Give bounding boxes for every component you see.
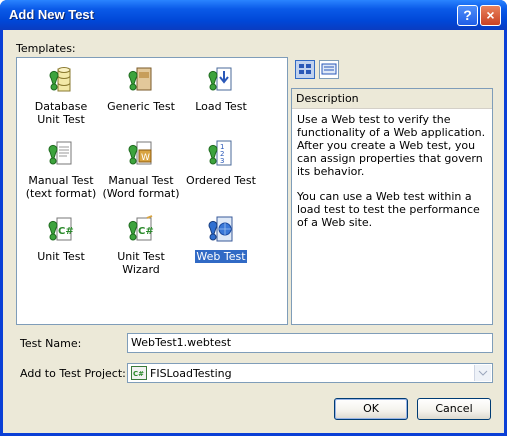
template-database-unit-test[interactable]: Database Unit Test: [21, 64, 101, 126]
test-name-input[interactable]: WebTest1.webtest: [127, 333, 493, 353]
template-label: Unit Test Wizard: [117, 250, 165, 276]
template-label: Web Test: [195, 250, 247, 263]
template-label: Load Test: [195, 100, 247, 113]
description-paragraph: You can use a Web test within a load tes…: [297, 190, 480, 229]
template-label: Ordered Test: [186, 174, 256, 187]
description-paragraph: Use a Web test to verify the functionali…: [297, 113, 486, 178]
add-new-test-dialog: Add New Test ? × Templates: Database Uni…: [0, 0, 507, 436]
template-unit-test[interactable]: C# Unit Test: [21, 214, 101, 263]
templates-label: Templates:: [16, 42, 76, 55]
test-project-value: FISLoadTesting: [150, 367, 232, 380]
template-label: Unit Test: [37, 250, 85, 263]
svg-text:W: W: [141, 153, 150, 163]
svg-text:C#: C#: [138, 226, 154, 237]
manual-test-word-icon: W: [128, 141, 152, 165]
ok-button[interactable]: OK: [334, 398, 408, 420]
chevron-down-icon: [478, 370, 488, 376]
web-test-icon: [208, 216, 233, 242]
cancel-button[interactable]: Cancel: [417, 398, 491, 420]
templates-list[interactable]: Database Unit Test Generic Test Load Tes…: [16, 57, 288, 325]
template-label: Generic Test: [107, 100, 175, 113]
close-button[interactable]: ×: [480, 5, 501, 26]
description-panel: Description Use a Web test to verify the…: [291, 88, 493, 325]
ordered-test-icon: 1 2 3: [208, 140, 232, 166]
test-name-label: Test Name:: [20, 337, 82, 350]
svg-text:C#: C#: [58, 226, 74, 237]
dialog-body: Templates: Database Unit Test Generic Te…: [3, 30, 504, 433]
template-label: Manual Test (Word format): [102, 174, 180, 200]
template-unit-test-wizard[interactable]: C# Unit Test Wizard: [101, 214, 181, 276]
load-test-icon: [208, 67, 232, 91]
database-unit-test-icon: [49, 67, 71, 92]
template-generic-test[interactable]: Generic Test: [101, 64, 181, 113]
large-icons-view-button[interactable]: [295, 60, 315, 79]
template-manual-test-text[interactable]: Manual Test (text format): [21, 138, 101, 200]
test-project-label: Add to Test Project:: [20, 367, 126, 380]
template-label: Database Unit Test: [34, 100, 88, 126]
description-text: Use a Web test to verify the functionali…: [297, 113, 487, 241]
large-icons-icon: [299, 64, 311, 74]
template-ordered-test[interactable]: 1 2 3 Ordered Test: [181, 138, 261, 187]
svg-text:3: 3: [220, 157, 224, 165]
csharp-project-icon: C#: [131, 366, 147, 380]
svg-text:C#: C#: [133, 370, 144, 378]
description-header: Description: [292, 89, 492, 109]
unit-test-icon: C#: [48, 217, 74, 241]
template-manual-test-word[interactable]: W Manual Test (Word format): [101, 138, 181, 200]
title-bar[interactable]: Add New Test ? ×: [0, 0, 507, 30]
generic-test-icon: [128, 67, 152, 91]
template-label: Manual Test (text format): [25, 174, 97, 200]
description-title: Description: [296, 92, 359, 105]
test-project-dropdown[interactable]: C# FISLoadTesting: [127, 363, 493, 383]
window-title: Add New Test: [9, 7, 94, 22]
manual-test-text-icon: [48, 141, 72, 165]
template-web-test[interactable]: Web Test: [181, 214, 261, 263]
small-icons-view-button[interactable]: [319, 60, 339, 79]
unit-test-wizard-icon: C#: [128, 215, 154, 241]
help-button[interactable]: ?: [457, 5, 478, 26]
template-load-test[interactable]: Load Test: [181, 64, 261, 113]
list-view-icon: [321, 63, 337, 75]
dropdown-arrow-button[interactable]: [474, 365, 491, 381]
